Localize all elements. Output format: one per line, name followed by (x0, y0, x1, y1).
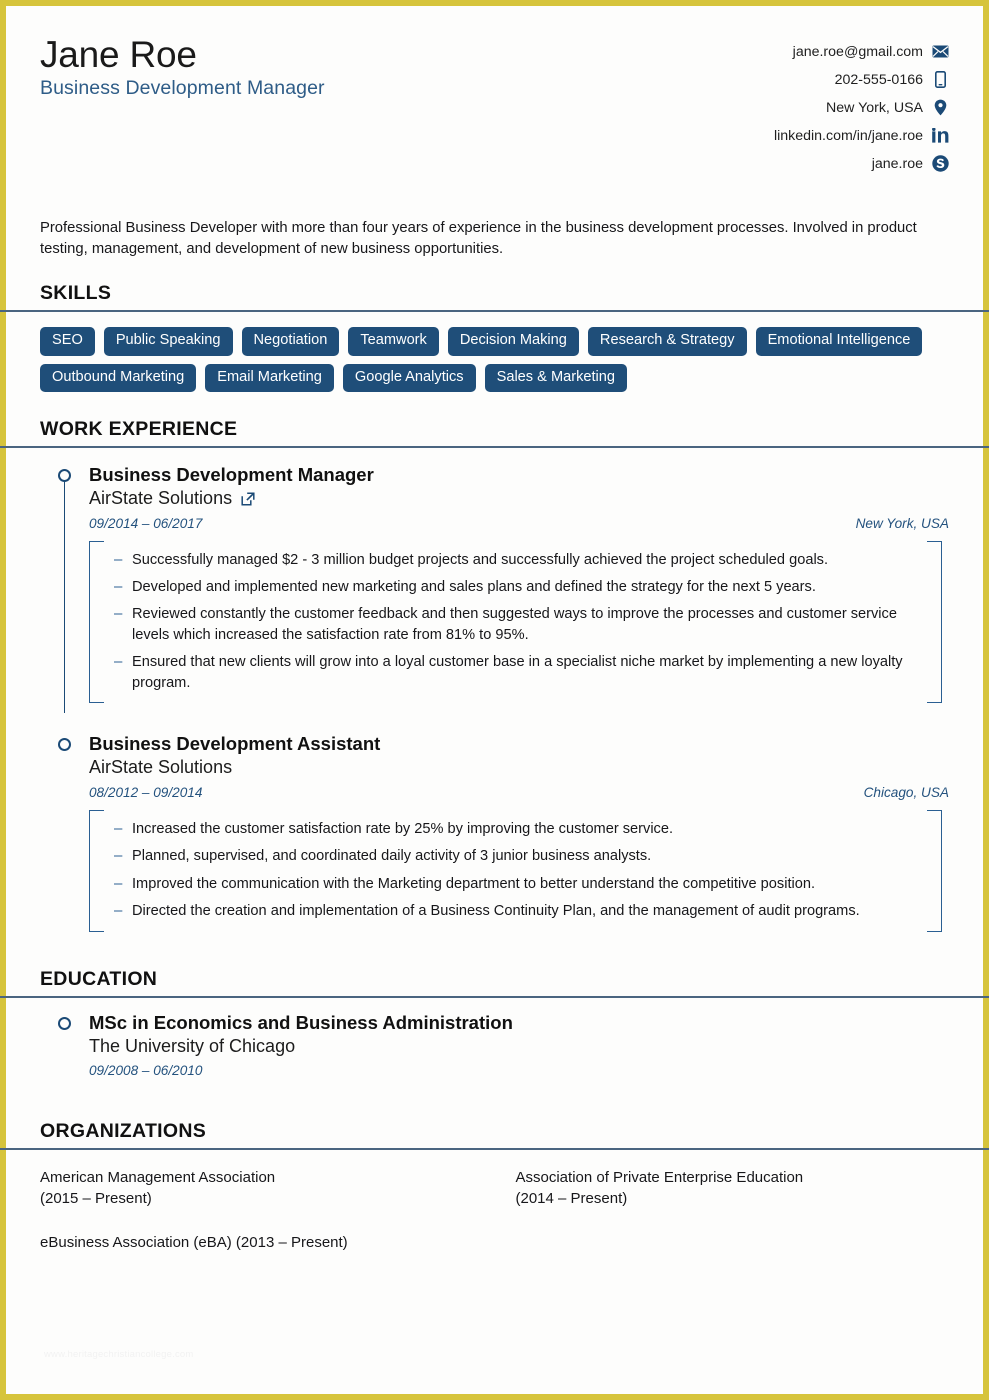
resume-sheet: Jane Roe Business Development Manager ja… (0, 6, 989, 1394)
entry-bullet-list: Successfully managed $2 - 3 million budg… (89, 540, 942, 704)
contact-text: 202-555-0166 (834, 71, 923, 88)
bullet-item: Increased the customer satisfaction rate… (113, 818, 926, 839)
location-pin-icon (932, 99, 949, 116)
timeline-marker-icon (58, 468, 71, 482)
timeline-stem (63, 480, 66, 714)
timeline-marker-icon (58, 738, 71, 752)
contact-text: linkedin.com/in/jane.roe (773, 127, 923, 144)
bullet-item: Planned, supervised, and coordinated dai… (113, 845, 926, 866)
skill-tag: Public Speaking (103, 327, 233, 356)
entry-organization-label: AirState Solutions (89, 757, 233, 778)
skill-tag: Research & Strategy (587, 327, 747, 356)
identity-block: Jane Roe Business Development Manager (40, 32, 325, 100)
section-divider (0, 310, 989, 313)
skill-tag: Outbound Marketing (40, 363, 197, 392)
contact-row[interactable]: jane.roe (774, 151, 949, 176)
bullet-item: Successfully managed $2 - 3 million budg… (113, 549, 926, 570)
organizations-list: American Management Association (2015 – … (40, 1168, 949, 1254)
organization-item: Association of Private Enterprise Educat… (515, 1169, 804, 1207)
contact-text: jane.roe@gmail.com (792, 43, 923, 60)
organization-item: American Management Association (2015 – … (40, 1169, 276, 1207)
work-experience-entry: Business Development Assistant AirState S… (40, 733, 949, 937)
skills-tag-list: SEO Public Speaking Negotiation Teamwork Dec… (40, 327, 949, 392)
contact-text: New York, USA (826, 99, 923, 116)
work-experience-entries: Business Development Manager AirState Sol… (40, 464, 949, 938)
contact-row[interactable]: linkedin.com/in/jane.roe (774, 123, 949, 148)
entry-organization-label: AirState Solutions (89, 487, 233, 508)
education-section: EDUCATION MSc in Economics and Business … (0, 967, 989, 1083)
resume-page: Jane Roe Business Development Manager ja… (0, 0, 989, 1400)
skill-tag: Teamwork (348, 327, 439, 356)
watermark: www.heritagechristiancollege.com (44, 1349, 194, 1360)
envelope-icon (932, 43, 949, 60)
skills-heading: SKILLS (40, 282, 112, 305)
entry-organization: AirState Solutions (89, 488, 949, 510)
entry-meta: 09/2014 – 06/2017 New York, USA (89, 516, 949, 531)
bullet-item: Reviewed constantly the customer feedbac… (113, 603, 926, 645)
organizations-section: ORGANIZATIONS American Management Associ… (0, 1120, 989, 1254)
mobile-phone-icon (932, 71, 949, 88)
education-entries: MSc in Economics and Business Administra… (40, 1012, 949, 1083)
entry-location: Chicago, USA (863, 784, 949, 800)
skill-tag: Email Marketing (205, 363, 334, 392)
skills-section: SKILLS SEO Public Speaking Negotiation Team… (0, 282, 989, 392)
work-experience-section: WORK EXPERIENCE Business Development Man… (0, 417, 989, 938)
skill-tag: Google Analytics (342, 363, 476, 392)
section-divider (0, 1148, 989, 1151)
education-date: 09/2008 – 06/2010 (89, 1063, 203, 1079)
education-degree: MSc in Economics and Business Administra… (89, 1011, 513, 1033)
linkedin-icon (932, 127, 949, 144)
skill-tag: Negotiation (241, 327, 340, 356)
organizations-heading: ORGANIZATIONS (40, 1120, 207, 1143)
organization-item: eBusiness Association (eBA) (2013 – Pres… (40, 1234, 348, 1252)
bullet-item: Ensured that new clients will grow into … (113, 651, 926, 693)
education-heading: EDUCATION (40, 967, 158, 990)
work-experience-heading: WORK EXPERIENCE (40, 417, 238, 440)
skill-tag: SEO (40, 327, 95, 356)
entry-organization: AirState Solutions (89, 757, 949, 779)
skill-tag: Emotional Intelligence (755, 327, 923, 356)
contact-row[interactable]: 202-555-0166 (774, 67, 949, 92)
bullet-item: Developed and implemented new marketing … (113, 576, 926, 597)
entry-date: 08/2012 – 09/2014 (89, 784, 203, 800)
timeline-marker-icon (58, 1016, 71, 1030)
contact-row[interactable]: jane.roe@gmail.com (774, 39, 949, 64)
resume-header: Jane Roe Business Development Manager ja… (40, 6, 949, 176)
professional-summary: Professional Business Developer with mor… (40, 220, 917, 258)
contact-list: jane.roe@gmail.com 202-555-0166 New York, … (774, 32, 949, 176)
entry-role: Business Development Assistant (89, 733, 381, 755)
external-link-icon[interactable] (241, 492, 255, 506)
education-school: The University of Chicago (89, 1035, 296, 1056)
education-entry: MSc in Economics and Business Administra… (40, 1012, 949, 1083)
entry-location: New York, USA (855, 515, 949, 531)
section-divider (0, 995, 989, 998)
bullet-item: Directed the creation and implementation… (113, 900, 926, 921)
work-experience-entry: Business Development Manager AirState Sol… (40, 463, 949, 714)
job-title: Business Development Manager (40, 77, 325, 100)
section-divider (0, 445, 989, 448)
contact-text: jane.roe (871, 155, 923, 172)
entry-date: 09/2014 – 06/2017 (89, 515, 203, 531)
bullet-item: Improved the communication with the Mark… (113, 873, 926, 894)
page-title: Jane Roe (40, 34, 197, 75)
skill-tag: Sales & Marketing (484, 363, 628, 392)
skill-tag: Decision Making (447, 327, 579, 356)
entry-bullet-list: Increased the customer satisfaction rate… (89, 809, 942, 932)
entry-meta: 08/2012 – 09/2014 Chicago, USA (89, 785, 949, 800)
skype-icon (932, 155, 949, 172)
entry-role: Business Development Manager (89, 463, 374, 485)
contact-row[interactable]: New York, USA (774, 95, 949, 120)
